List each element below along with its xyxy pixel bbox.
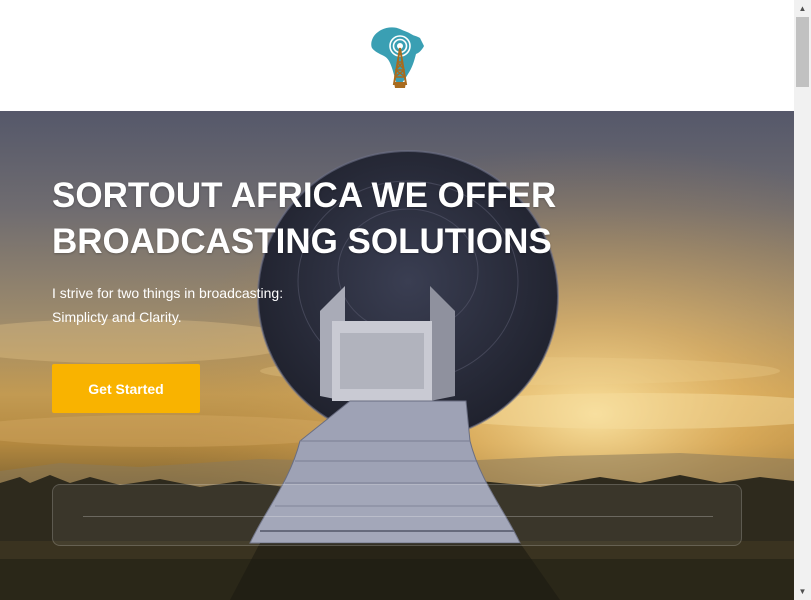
site-header (0, 0, 794, 111)
hero-subtitle-line1: I strive for two things in broadcasting: (52, 285, 284, 301)
hero-title-line2: BROADCASTING SOLUTIONS (52, 222, 552, 261)
hero-bottom-panel (52, 484, 742, 546)
africa-logo-icon[interactable] (364, 24, 434, 90)
hero-title-line1: SORTOUT AFRICA WE OFFER (52, 176, 557, 215)
get-started-button[interactable]: Get Started (52, 364, 200, 413)
panel-divider (83, 516, 713, 517)
hero-subtitle-line2: Simplicty and Clarity. (52, 309, 182, 325)
hero-title: SORTOUT AFRICA WE OFFER BROADCASTING SOL… (52, 173, 572, 265)
hero-subtitle: I strive for two things in broadcasting:… (52, 281, 283, 329)
hero-section: SORTOUT AFRICA WE OFFER BROADCASTING SOL… (0, 111, 794, 600)
scroll-thumb[interactable] (796, 17, 809, 87)
vertical-scrollbar[interactable]: ▲ ▼ (794, 0, 811, 600)
page: SORTOUT AFRICA WE OFFER BROADCASTING SOL… (0, 0, 794, 600)
scroll-up-icon[interactable]: ▲ (794, 0, 811, 17)
scroll-down-icon[interactable]: ▼ (794, 583, 811, 600)
